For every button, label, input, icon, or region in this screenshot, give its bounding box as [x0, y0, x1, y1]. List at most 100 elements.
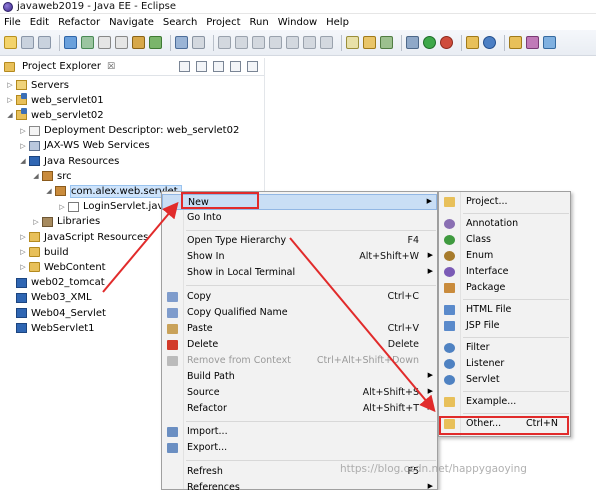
- context-menu-item-import[interactable]: Import...: [162, 424, 437, 440]
- collapsed-arrow-icon[interactable]: ▷: [19, 248, 27, 256]
- tree-item[interactable]: web02_tomcat: [6, 276, 105, 290]
- new-submenu-item-class[interactable]: Class: [439, 232, 570, 248]
- new-submenu-item-html-file[interactable]: HTML File: [439, 302, 570, 318]
- context-menu-item-open-type-hierarchy[interactable]: Open Type Hierarchy F4: [162, 233, 437, 249]
- collapsed-arrow-icon[interactable]: ▷: [32, 218, 40, 226]
- menu-window[interactable]: Window: [278, 17, 317, 28]
- menu-help[interactable]: Help: [326, 17, 349, 28]
- collapse-all-icon[interactable]: [179, 61, 190, 72]
- menu-search[interactable]: Search: [163, 17, 197, 28]
- search-toolbar-icon[interactable]: [543, 36, 556, 49]
- new-submenu-item-enum[interactable]: Enum: [439, 248, 570, 264]
- new-submenu-item-interface[interactable]: Interface: [439, 264, 570, 280]
- step-over-icon[interactable]: [303, 36, 316, 49]
- context-menu-item-export[interactable]: Export...: [162, 440, 437, 456]
- tree-item[interactable]: ▷ JavaScript Resources: [19, 230, 148, 244]
- resume-icon[interactable]: [218, 36, 231, 49]
- expanded-arrow-icon[interactable]: ◢: [6, 111, 14, 119]
- new-interface-icon[interactable]: [483, 36, 496, 49]
- collapsed-arrow-icon[interactable]: ▷: [6, 96, 14, 104]
- new-submenu-item-annotation[interactable]: Annotation: [439, 216, 570, 232]
- tree-item[interactable]: ▷ web_servlet01: [6, 93, 104, 107]
- context-menu-item-references[interactable]: References ▶: [162, 480, 437, 490]
- view-menu-icon[interactable]: [213, 61, 224, 72]
- minimize-icon[interactable]: [230, 61, 241, 72]
- tree-item[interactable]: ▷ Servers: [6, 78, 69, 92]
- skip-breakpoints-icon[interactable]: [192, 36, 205, 49]
- collapsed-arrow-icon[interactable]: ▷: [19, 142, 27, 150]
- context-menu-item-delete[interactable]: Delete Delete: [162, 337, 437, 353]
- step-into-icon[interactable]: [286, 36, 299, 49]
- run-external-tools-icon[interactable]: [440, 36, 453, 49]
- toggle-mark-icon[interactable]: [346, 36, 359, 49]
- context-menu-item-copy-qualified-name[interactable]: Copy Qualified Name: [162, 305, 437, 321]
- tree-item[interactable]: ▷ Deployment Descriptor: web_servlet02: [19, 124, 239, 138]
- new-package-icon[interactable]: [149, 36, 162, 49]
- tree-item[interactable]: ▷ LoginServlet.java: [58, 200, 169, 214]
- context-menu-item-go-into[interactable]: Go Into: [162, 210, 437, 226]
- collapsed-arrow-icon[interactable]: ▷: [58, 203, 66, 211]
- new-java-project-icon[interactable]: [132, 36, 145, 49]
- new-wizard-icon[interactable]: [4, 36, 17, 49]
- maximize-icon[interactable]: [247, 61, 258, 72]
- menu-project[interactable]: Project: [206, 17, 240, 28]
- tree-item[interactable]: WebServlet1: [6, 321, 95, 335]
- menu-edit[interactable]: Edit: [30, 17, 49, 28]
- context-menu-item-source[interactable]: Source Alt+Shift+S ▶: [162, 385, 437, 401]
- collapsed-arrow-icon[interactable]: ▷: [19, 233, 27, 241]
- context-menu-item-refactor[interactable]: Refactor Alt+Shift+T ▶: [162, 401, 437, 417]
- new-submenu-item-filter[interactable]: Filter: [439, 340, 570, 356]
- open-folder-icon[interactable]: [509, 36, 522, 49]
- step-return-icon[interactable]: [320, 36, 333, 49]
- expanded-arrow-icon[interactable]: ◢: [45, 187, 53, 195]
- save-all-icon[interactable]: [38, 36, 51, 49]
- organize-icon[interactable]: [380, 36, 393, 49]
- expanded-arrow-icon[interactable]: ◢: [32, 172, 40, 180]
- debug-icon[interactable]: [406, 36, 419, 49]
- terminal-icon[interactable]: [64, 36, 77, 49]
- tree-item[interactable]: Web04_Servlet: [6, 306, 106, 320]
- menu-run[interactable]: Run: [250, 17, 269, 28]
- tree-item[interactable]: ▷ WebContent: [19, 260, 105, 274]
- new-submenu-item-example[interactable]: Example...: [439, 394, 570, 410]
- new-submenu-item-project[interactable]: Project...: [439, 194, 570, 210]
- tree-item[interactable]: ▷ JAX-WS Web Services: [19, 139, 149, 153]
- terminate-icon[interactable]: [252, 36, 265, 49]
- new-submenu-item-servlet[interactable]: Servlet: [439, 372, 570, 388]
- tree-item[interactable]: ▷ Libraries: [32, 215, 100, 229]
- console-icon[interactable]: [175, 36, 188, 49]
- open-type-icon[interactable]: [98, 36, 111, 49]
- disconnect-icon[interactable]: [269, 36, 282, 49]
- tree-item[interactable]: ◢ web_servlet02: [6, 108, 104, 122]
- new-submenu-item-jsp-file[interactable]: JSP File: [439, 318, 570, 334]
- link-with-editor-icon[interactable]: [196, 61, 207, 72]
- close-icon[interactable]: ☒: [107, 62, 115, 72]
- new-submenu-item-package[interactable]: Package: [439, 280, 570, 296]
- collapsed-arrow-icon[interactable]: ▷: [6, 81, 14, 89]
- new-java-class-icon[interactable]: [466, 36, 479, 49]
- menu-refactor[interactable]: Refactor: [58, 17, 100, 28]
- collapsed-arrow-icon[interactable]: ▷: [19, 127, 27, 135]
- save-icon[interactable]: [21, 36, 34, 49]
- tree-item[interactable]: ◢ Java Resources: [19, 154, 119, 168]
- run-icon[interactable]: [423, 36, 436, 49]
- server-icon[interactable]: [81, 36, 94, 49]
- menu-file[interactable]: File: [4, 17, 21, 28]
- context-menu-item-remove-from-context[interactable]: Remove from Context Ctrl+Alt+Shift+Down: [162, 353, 437, 369]
- collapsed-arrow-icon[interactable]: ▷: [19, 263, 27, 271]
- context-menu-item-paste[interactable]: Paste Ctrl+V: [162, 321, 437, 337]
- tree-item[interactable]: Web03_XML: [6, 291, 92, 305]
- pen-icon[interactable]: [526, 36, 539, 49]
- new-submenu-item-listener[interactable]: Listener: [439, 356, 570, 372]
- build-icon[interactable]: [363, 36, 376, 49]
- menu-navigate[interactable]: Navigate: [109, 17, 154, 28]
- context-menu-item-show-in[interactable]: Show In Alt+Shift+W ▶: [162, 249, 437, 265]
- tree-item[interactable]: ▷ build: [19, 245, 68, 259]
- tree-item[interactable]: ◢ src: [32, 169, 71, 183]
- context-menu-item-copy[interactable]: Copy Ctrl+C: [162, 289, 437, 305]
- context-menu-item-show-in-local-terminal[interactable]: Show in Local Terminal ▶: [162, 265, 437, 281]
- expanded-arrow-icon[interactable]: ◢: [19, 157, 27, 165]
- suspend-icon[interactable]: [235, 36, 248, 49]
- project-explorer-tab[interactable]: Project Explorer ☒: [0, 58, 264, 76]
- open-task-icon[interactable]: [115, 36, 128, 49]
